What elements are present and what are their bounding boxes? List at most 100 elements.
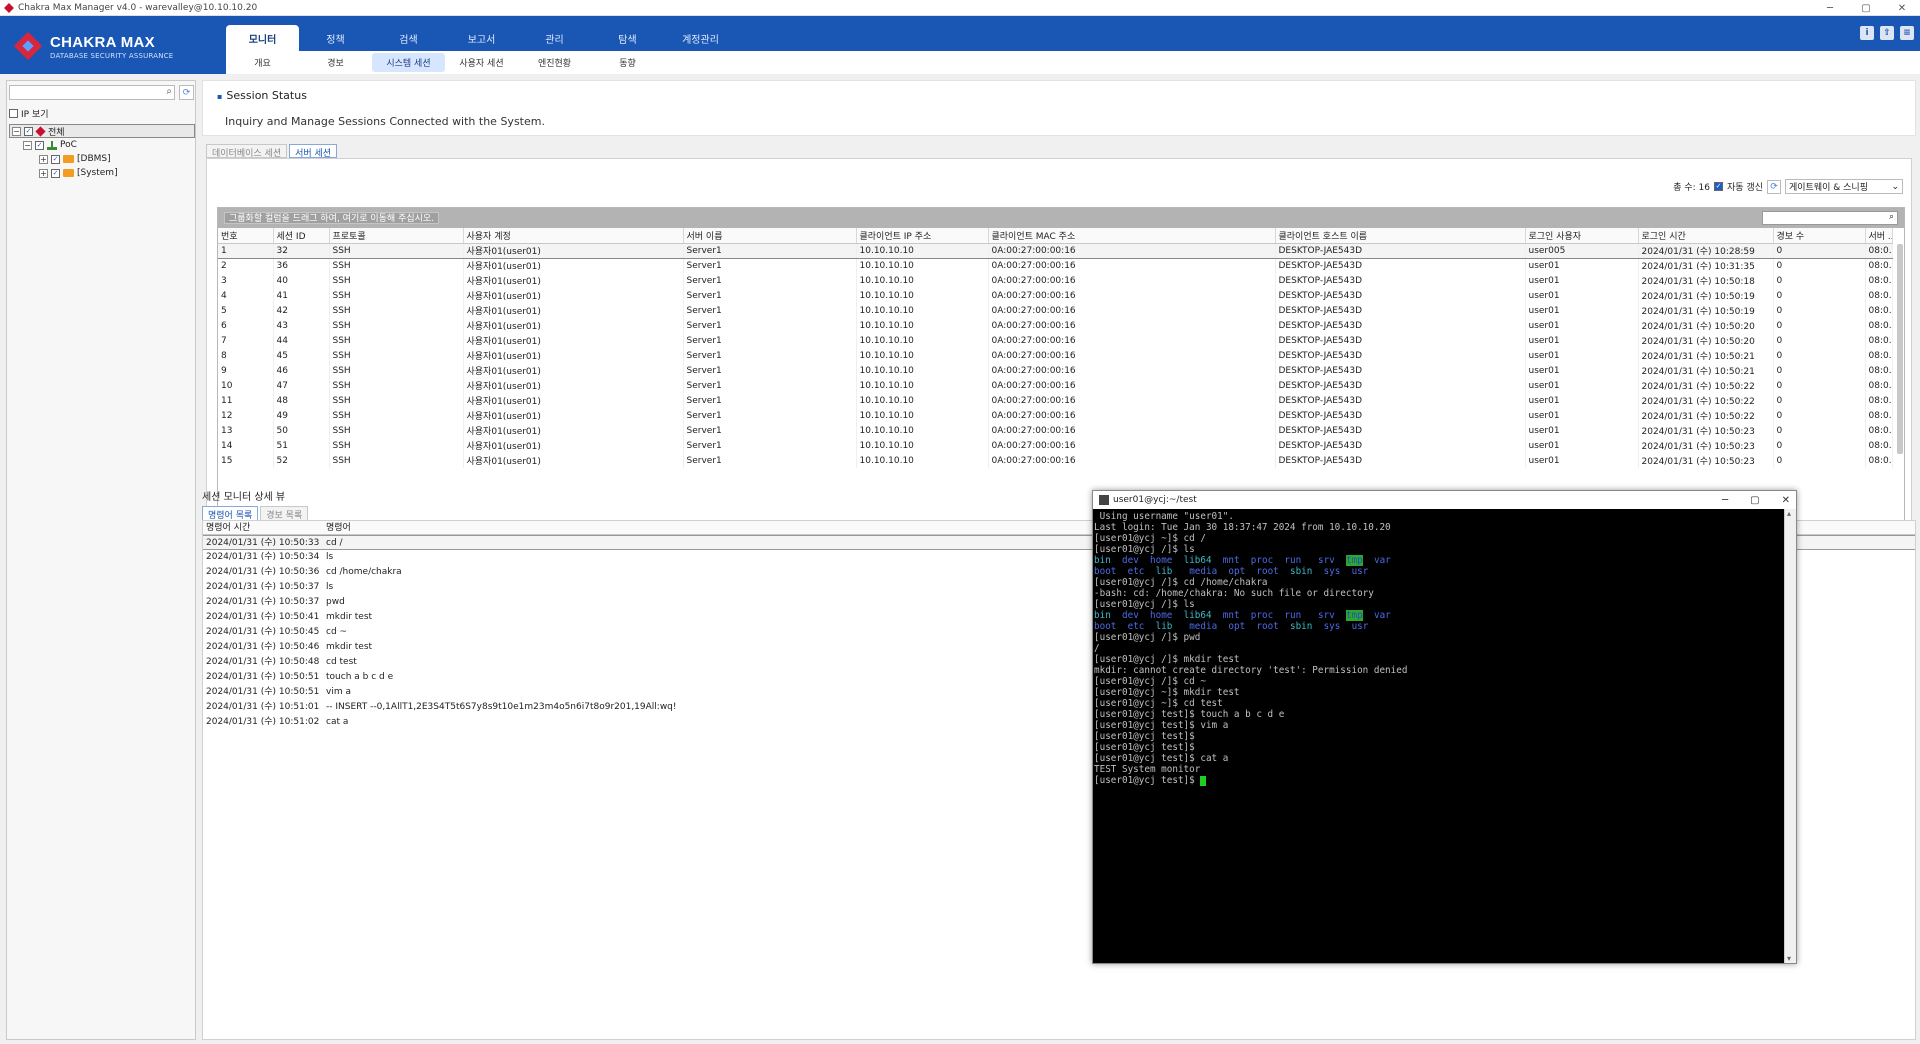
column-header[interactable]: 서버 ... [1865, 228, 1893, 244]
table-cell: Server1 [683, 423, 857, 438]
column-header[interactable]: 명령어 시간 [203, 521, 323, 534]
tab-server-session[interactable]: 서버 세션 [289, 144, 338, 159]
table-row[interactable]: 2 36 SSH 사용자01(user01) Server1 10.10.10.10 0A:… [218, 258, 1893, 273]
table-row[interactable]: 1 32 SSH 사용자01(user01) Server1 10.10.10.10 0A:… [218, 242, 1893, 259]
table-cell: 48 [273, 393, 330, 408]
subtab-engine-status[interactable]: 엔진현황 [518, 56, 591, 69]
command-text: vim a [326, 687, 351, 697]
tree-checkbox[interactable]: ✓ [35, 140, 44, 150]
group-by-bar[interactable]: 그룹화할 컬럼을 드래그 하여, 여기로 이동해 주십시오. ⌕ [218, 208, 1904, 228]
table-row[interactable]: 13 50 SSH 사용자01(user01) Server1 10.10.10.10 0A… [218, 423, 1893, 438]
table-row[interactable]: 5 42 SSH 사용자01(user01) Server1 10.10.10.10 0A:… [218, 303, 1893, 318]
column-header[interactable]: 번호 [218, 228, 274, 244]
column-header[interactable]: 명령어 [323, 521, 1123, 534]
column-header[interactable]: 클라이언트 IP 주소 [856, 228, 989, 244]
collapse-icon[interactable]: − [23, 140, 32, 150]
table-cell: 45 [273, 348, 330, 363]
table-cell: 0A:00:27:00:00:16 [988, 258, 1276, 273]
search-icon[interactable]: ⌕ [166, 86, 172, 97]
tab-manage[interactable]: 관리 [518, 25, 591, 51]
tab-account[interactable]: 계정관리 [664, 25, 737, 51]
tab-policy[interactable]: 정책 [299, 25, 372, 51]
table-row[interactable]: 14 51 SSH 사용자01(user01) Server1 10.10.10.10 0A… [218, 438, 1893, 453]
table-cell: 사용자01(user01) [463, 408, 684, 423]
ssh-terminal-window[interactable]: user01@ycj:~/test ─ ▢ ✕ Using username "… [1092, 490, 1797, 964]
tree-node-all[interactable]: − ✓ 전체 [9, 124, 195, 138]
subtab-alert[interactable]: 경보 [299, 56, 372, 69]
column-header[interactable]: 로그인 사용자 [1525, 228, 1639, 244]
close-button[interactable]: ✕ [1782, 495, 1790, 506]
tree-checkbox[interactable]: ✓ [24, 126, 33, 136]
table-cell: 12 [218, 408, 274, 423]
column-header[interactable]: 사용자 계정 [463, 228, 684, 244]
search-icon[interactable]: ⌕ [1889, 212, 1894, 222]
terminal-line: Using username "user01". [1094, 511, 1234, 522]
tree-refresh-button[interactable]: ⟳ [179, 85, 194, 100]
ip-view-toggle[interactable]: IP 보기 [9, 107, 49, 120]
tree-checkbox[interactable]: ✓ [51, 168, 60, 178]
subtab-overview[interactable]: 개요 [226, 56, 299, 69]
tab-explore[interactable]: 탐색 [591, 25, 664, 51]
table-cell: Server1 [683, 303, 857, 318]
maximize-button[interactable]: ▢ [1750, 495, 1759, 506]
table-row[interactable]: 4 41 SSH 사용자01(user01) Server1 10.10.10.10 0A:… [218, 288, 1893, 303]
table-row[interactable]: 3 40 SSH 사용자01(user01) Server1 10.10.10.10 0A:… [218, 273, 1893, 288]
tree-checkbox[interactable]: ✓ [51, 154, 60, 164]
command-text: mkdir test [326, 612, 373, 622]
close-button[interactable]: ✕ [1884, 0, 1920, 16]
user-icon[interactable]: ⇧ [1880, 26, 1894, 40]
table-cell: 08:0... [1865, 318, 1893, 333]
terminal-output[interactable]: Using username "user01". Last login: Tue … [1093, 509, 1784, 963]
group-icon [35, 125, 46, 137]
collapse-icon[interactable]: − [12, 126, 21, 136]
subtab-system-session[interactable]: 시스템 세션 [372, 53, 445, 72]
table-row[interactable]: 8 45 SSH 사용자01(user01) Server1 10.10.10.10 0A:… [218, 348, 1893, 363]
table-row[interactable]: 9 46 SSH 사용자01(user01) Server1 10.10.10.10 0A:… [218, 363, 1893, 378]
tab-monitor[interactable]: 모니터 [226, 25, 299, 51]
expand-icon[interactable]: + [39, 154, 48, 164]
info-icon[interactable]: i [1860, 26, 1874, 40]
table-cell: 6 [218, 318, 274, 333]
table-cell: 2024/01/31 (수) 10:31:35 [1638, 258, 1774, 273]
table-row[interactable]: 15 52 SSH 사용자01(user01) Server1 10.10.10.10 0A… [218, 453, 1893, 468]
column-header[interactable]: 경보 수 [1773, 228, 1866, 244]
terminal-window-controls: ─ ▢ ✕ [1722, 491, 1790, 509]
refresh-icon[interactable]: ⟳ [1767, 179, 1781, 194]
tree-search-input[interactable] [10, 86, 150, 99]
gateway-select[interactable]: 게이트웨이 & 스니핑 ⌄ [1785, 179, 1903, 194]
expand-icon[interactable]: + [39, 168, 48, 178]
tree-node-system[interactable]: + ✓ [System] [9, 166, 195, 180]
grid-scrollbar[interactable] [1897, 244, 1903, 454]
minimize-button[interactable]: ─ [1812, 0, 1848, 16]
tab-database-session[interactable]: 데이터베이스 세션 [206, 144, 288, 159]
table-cell: 36 [273, 258, 330, 273]
column-header[interactable]: 클라이언트 호스트 이름 [1275, 228, 1526, 244]
terminal-title-bar[interactable]: user01@ycj:~/test ─ ▢ ✕ [1093, 491, 1796, 509]
column-header[interactable]: 클라이언트 MAC 주소 [988, 228, 1276, 244]
minimize-button[interactable]: ─ [1722, 495, 1728, 506]
menu-icon[interactable]: ≡ [1900, 26, 1914, 40]
column-header[interactable]: 로그인 시간 [1638, 228, 1774, 244]
terminal-line: [user01@ycj /]$ cd /home/chakra [1094, 577, 1268, 588]
terminal-scrollbar[interactable] [1784, 509, 1796, 963]
column-header[interactable]: 서버 이름 [683, 228, 857, 244]
tree-node-dbms[interactable]: + ✓ [DBMS] [9, 152, 195, 166]
tree-node-poc[interactable]: − ✓ PoC [9, 138, 195, 152]
table-cell: 0A:00:27:00:00:16 [988, 363, 1276, 378]
subtab-user-session[interactable]: 사용자 세션 [445, 56, 518, 69]
subtab-trend[interactable]: 동향 [591, 56, 664, 69]
table-row[interactable]: 11 48 SSH 사용자01(user01) Server1 10.10.10.10 0A… [218, 393, 1893, 408]
column-header[interactable]: 프로토콜 [329, 228, 464, 244]
table-row[interactable]: 10 47 SSH 사용자01(user01) Server1 10.10.10.10 0A… [218, 378, 1893, 393]
auto-refresh-checkbox[interactable]: ✓ [1714, 182, 1724, 191]
maximize-button[interactable]: ▢ [1848, 0, 1884, 16]
tab-search[interactable]: 검색 [372, 25, 445, 51]
table-row[interactable]: 6 43 SSH 사용자01(user01) Server1 10.10.10.10 0A:… [218, 318, 1893, 333]
tab-report[interactable]: 보고서 [445, 25, 518, 51]
table-cell: 10.10.10.10 [856, 318, 989, 333]
table-row[interactable]: 7 44 SSH 사용자01(user01) Server1 10.10.10.10 0A:… [218, 333, 1893, 348]
table-row[interactable]: 12 49 SSH 사용자01(user01) Server1 10.10.10.10 0A… [218, 408, 1893, 423]
ip-view-checkbox[interactable] [9, 109, 18, 118]
column-header[interactable]: 세션 ID [273, 228, 330, 244]
grid-search-input[interactable]: ⌕ [1762, 211, 1898, 225]
